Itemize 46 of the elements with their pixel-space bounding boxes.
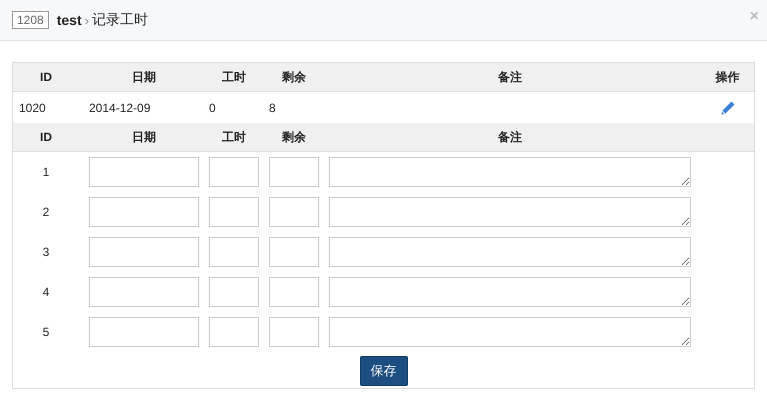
remaining-field[interactable]	[269, 237, 319, 267]
table-cell-text: 0	[209, 100, 217, 114]
column-header: ID	[39, 130, 53, 144]
table-cell-text: 1020	[18, 100, 47, 114]
column-header: 操作	[714, 68, 740, 86]
column-header: 工时	[221, 128, 247, 146]
project-name: test	[56, 12, 82, 28]
column-header: ID	[39, 70, 53, 84]
date-field[interactable]	[89, 277, 199, 307]
table-cell-text: 2014-12-09	[89, 100, 152, 114]
row-number: 5	[42, 325, 50, 339]
save-button[interactable]: 保存	[360, 356, 408, 386]
hours-field[interactable]	[209, 277, 259, 307]
hours-field[interactable]	[209, 157, 259, 187]
row-number: 4	[42, 285, 50, 299]
hours-field[interactable]	[209, 237, 259, 267]
note-field[interactable]	[329, 197, 691, 227]
pencil-icon[interactable]	[720, 100, 736, 116]
id-badge: 1208	[12, 11, 49, 29]
column-header: 备注	[497, 68, 523, 86]
remaining-field[interactable]	[269, 277, 319, 307]
date-field[interactable]	[89, 157, 199, 187]
breadcrumb-separator: ›	[84, 12, 89, 28]
row-number: 1	[42, 165, 50, 179]
row-number: 2	[42, 205, 50, 219]
column-header: 剩余	[280, 68, 307, 86]
note-field[interactable]	[329, 237, 691, 267]
note-field[interactable]	[329, 317, 691, 347]
row-number: 3	[42, 245, 50, 259]
column-header: 日期	[131, 128, 157, 146]
table-cell-text: 8	[269, 100, 277, 114]
date-field[interactable]	[89, 317, 199, 347]
remaining-field[interactable]	[269, 197, 319, 227]
date-field[interactable]	[89, 237, 199, 267]
column-header: 日期	[131, 68, 157, 86]
hours-field[interactable]	[209, 317, 259, 347]
remaining-field[interactable]	[269, 157, 319, 187]
note-field[interactable]	[329, 157, 691, 187]
note-field[interactable]	[329, 277, 691, 307]
column-header: 备注	[497, 128, 523, 146]
date-field[interactable]	[89, 197, 199, 227]
remaining-field[interactable]	[269, 317, 319, 347]
column-header: 剩余	[280, 128, 307, 146]
hours-field[interactable]	[209, 197, 259, 227]
dialog-title: 记录工时	[92, 11, 148, 29]
column-header: 工时	[221, 68, 247, 86]
